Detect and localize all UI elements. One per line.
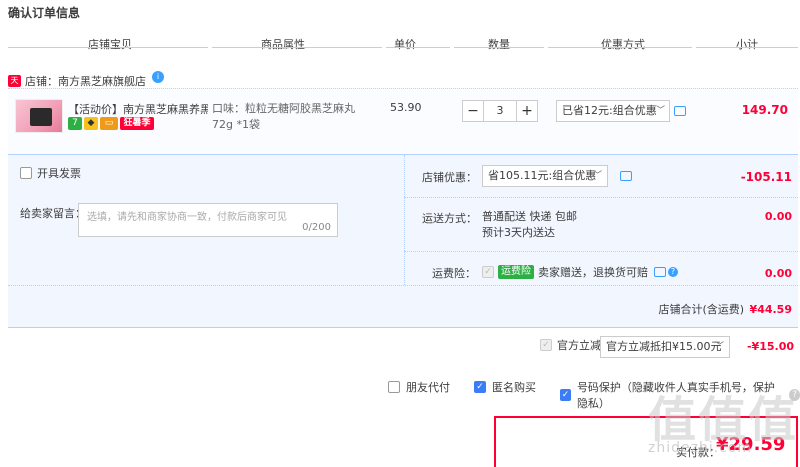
watermark-url: zhidezhi.com xyxy=(648,440,753,456)
insurance-checkbox: ✓ xyxy=(482,266,494,278)
shop-discount-amount: -105.11 xyxy=(740,170,792,184)
shop-total: 店铺合计(含运费) ¥44.59 xyxy=(658,301,792,317)
col-separator xyxy=(8,47,208,48)
invoice-label: 开具发票 xyxy=(37,167,81,180)
friend-pay-option[interactable]: 朋友代付 xyxy=(388,379,450,395)
col-separator xyxy=(386,47,450,48)
product-attributes: 口味：粒粒无糖阿胶黑芝麻丸72g *1袋 xyxy=(212,102,355,131)
note-input[interactable]: 选填，请先和商家协商一致，付款后商家可见 0/200 xyxy=(78,203,338,237)
product-name-link[interactable]: 【活动价】南方黑芝麻黑养黑7... xyxy=(68,101,208,117)
summer-promo-badge: 狂暑季 xyxy=(120,117,154,130)
product-thumbnail[interactable] xyxy=(15,99,63,133)
shop-name-link[interactable]: 店铺：南方黑芝麻旗舰店 xyxy=(25,73,146,89)
anonymous-checkbox[interactable]: ✓ xyxy=(474,381,486,393)
page-title: 确认订单信息 xyxy=(8,6,81,20)
official-label: 官方立减 xyxy=(557,339,601,352)
privacy-checkbox[interactable]: ✓ xyxy=(560,389,571,401)
shipping-fee: 0.00 xyxy=(764,210,792,223)
increase-button[interactable]: + xyxy=(516,100,538,122)
insurance-badge: 运费险 xyxy=(498,265,534,279)
col-separator xyxy=(454,47,544,48)
item-promo-select[interactable]: 已省12元:组合优惠 ﹀ xyxy=(556,100,670,122)
note-placeholder: 选填，请先和商家协商一致，付款后商家可见 xyxy=(87,212,287,223)
friend-pay-checkbox[interactable] xyxy=(388,381,400,393)
shop-discount-label: 店铺优惠： xyxy=(422,171,477,184)
insurance-label: 运费险： xyxy=(432,267,476,280)
note-char-count: 0/200 xyxy=(302,222,331,233)
quantity-input[interactable]: 3 xyxy=(484,100,516,122)
shipping-method: 普通配送 快递 包邮 xyxy=(482,210,577,223)
anonymous-label: 匿名购买 xyxy=(492,381,536,394)
guarantee-icon: ◆ xyxy=(84,117,98,130)
insurance-text: 卖家赠送，退换货可赔 xyxy=(538,266,648,279)
decrease-button[interactable]: − xyxy=(462,100,484,122)
unit-price: 53.90 xyxy=(390,101,422,114)
shop-discount-value: 省105.11元:组合优惠 xyxy=(488,169,597,182)
shop-line: 天猫 店铺：南方黑芝麻旗舰店 i xyxy=(8,71,164,97)
col-separator xyxy=(696,47,798,48)
official-discount-amount: -¥15.00 xyxy=(746,340,794,353)
chevron-down-icon: ﹀ xyxy=(714,342,724,352)
order-panel: 开具发票 给卖家留言： 选填，请先和商家协商一致，付款后商家可见 0/200 店… xyxy=(8,154,798,328)
item-row: 【活动价】南方黑芝麻黑养黑7... 7 ◆ ▭ 狂暑季 口味：粒粒无糖阿胶黑芝麻… xyxy=(8,88,798,154)
insurance-info: ✓ 运费险 卖家赠送，退换货可赔 ? xyxy=(482,264,678,280)
comment-icon[interactable] xyxy=(674,106,686,116)
col-separator xyxy=(212,47,382,48)
friend-pay-label: 朋友代付 xyxy=(406,381,450,394)
official-select-value: 官方立减抵扣¥15.00元 xyxy=(606,340,722,353)
card-icon: ▭ xyxy=(100,117,118,130)
shipping-label: 运送方式： xyxy=(422,212,477,225)
anonymous-option[interactable]: ✓ 匿名购买 xyxy=(474,379,536,395)
quantity-stepper: − 3 + xyxy=(462,100,538,122)
official-checkbox: ✓ xyxy=(540,339,552,351)
item-subtotal: 149.70 xyxy=(741,103,788,117)
item-promo-value: 已省12元:组合优惠 xyxy=(562,104,657,117)
note-label: 给卖家留言： xyxy=(20,207,86,220)
shipping-eta: 预计3天内送达 xyxy=(482,226,555,239)
shop-discount-select[interactable]: 省105.11元:组合优惠 ﹀ xyxy=(482,165,608,187)
seven-day-return-icon: 7 xyxy=(68,117,82,130)
chevron-down-icon: ﹀ xyxy=(592,171,602,181)
shipping-info: 普通配送 快递 包邮 预计3天内送达 xyxy=(482,209,577,241)
invoice-checkbox[interactable] xyxy=(20,167,32,179)
chevron-down-icon: ﹀ xyxy=(655,106,665,116)
chat-icon[interactable]: i xyxy=(152,71,164,83)
shop-total-label: 店铺合计(含运费) xyxy=(658,303,745,316)
shop-total-value: ¥44.59 xyxy=(749,303,792,316)
official-discount-option[interactable]: ✓ 官方立减 xyxy=(540,337,601,353)
insurance-fee: 0.00 xyxy=(764,267,792,280)
col-separator xyxy=(548,47,692,48)
tmall-icon: 天猫 xyxy=(8,75,21,97)
comment-icon[interactable] xyxy=(654,267,666,277)
official-discount-select[interactable]: 官方立减抵扣¥15.00元 ﹀ xyxy=(600,336,730,358)
invoice-option[interactable]: 开具发票 xyxy=(20,165,81,181)
product-tags: 7 ◆ ▭ 狂暑季 xyxy=(68,117,154,130)
info-icon[interactable]: ? xyxy=(668,267,678,277)
comment-icon[interactable] xyxy=(620,171,632,181)
